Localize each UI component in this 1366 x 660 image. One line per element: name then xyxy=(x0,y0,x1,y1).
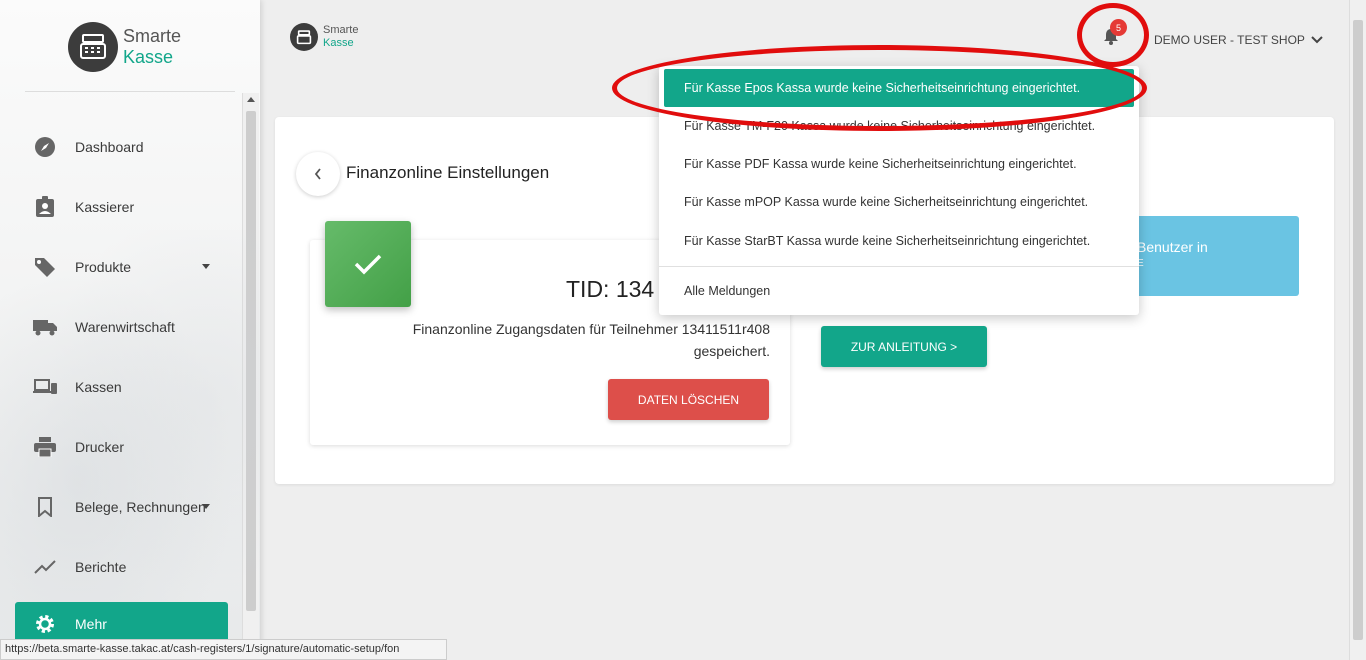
sidebar-item-warenwirtschaft[interactable]: Warenwirtschaft xyxy=(15,305,228,349)
user-menu[interactable]: DEMO USER - TEST SHOP xyxy=(1154,33,1323,47)
notification-item[interactable]: Für Kasse TM-F20 Kassa wurde keine Siche… xyxy=(664,107,1134,145)
notification-item[interactable]: Für Kasse Epos Kassa wurde keine Sicherh… xyxy=(664,69,1134,107)
notifications-dropdown: Für Kasse Epos Kassa wurde keine Sicherh… xyxy=(659,66,1139,315)
chevron-down-icon xyxy=(1311,33,1323,47)
sidebar-item-label: Kassen xyxy=(75,379,122,395)
header-logo[interactable]: Smarte Kasse xyxy=(290,23,358,51)
notification-item[interactable]: Für Kasse StarBT Kassa wurde keine Siche… xyxy=(664,222,1134,260)
notification-item[interactable]: Für Kasse mPOP Kassa wurde keine Sicherh… xyxy=(664,183,1134,221)
check-icon xyxy=(325,221,411,307)
tid-heading: TID: 134 xyxy=(566,276,655,302)
sidebar-item-label: Kassierer xyxy=(75,199,135,215)
sidebar-scrollbar[interactable] xyxy=(242,93,259,640)
delete-data-button[interactable]: DATEN LÖSCHEN xyxy=(608,379,769,420)
sidebar-scroll-thumb[interactable] xyxy=(246,111,256,611)
chevron-left-icon xyxy=(314,168,321,180)
gear-icon xyxy=(15,613,75,635)
sidebar-item-kassen[interactable]: Kassen xyxy=(15,365,228,409)
brand-name-line2: Kasse xyxy=(123,47,174,67)
sidebar-item-label: Produkte xyxy=(75,259,132,275)
guide-button[interactable]: ZUR ANLEITUNG > xyxy=(821,326,987,367)
sidebar-item-label: Berichte xyxy=(75,559,127,575)
bookmark-icon xyxy=(15,497,75,517)
tag-icon xyxy=(15,256,75,278)
sidebar-item-label: Belege, Rechnungen xyxy=(75,499,206,515)
browser-status-url: https://beta.smarte-kasse.takac.at/cash-… xyxy=(0,639,447,660)
sidebar: Smarte Kasse Dashboard Kassierer Produkt… xyxy=(0,0,260,660)
sidebar-item-label: Drucker xyxy=(75,439,125,455)
sidebar-divider xyxy=(25,91,235,92)
scroll-up-arrow-icon[interactable] xyxy=(247,97,255,102)
page-scroll-thumb[interactable] xyxy=(1353,20,1363,640)
sidebar-item-dashboard[interactable]: Dashboard xyxy=(15,125,228,169)
back-button[interactable] xyxy=(296,152,340,196)
chevron-down-icon xyxy=(202,264,210,269)
badge-icon xyxy=(15,196,75,218)
devices-icon xyxy=(15,378,75,396)
sidebar-item-label: Dashboard xyxy=(75,139,144,155)
header-logo-line1: Smarte xyxy=(323,24,359,36)
sidebar-item-kassierer[interactable]: Kassierer xyxy=(15,185,228,229)
compass-icon xyxy=(15,136,75,158)
cash-register-icon xyxy=(68,22,118,72)
sidebar-item-label: Warenwirtschaft xyxy=(75,319,175,335)
sidebar-item-belege[interactable]: Belege, Rechnungen xyxy=(15,485,228,529)
page-title: Finanzonline Einstellungen xyxy=(346,163,550,182)
sidebar-item-produkte[interactable]: Produkte xyxy=(15,245,228,289)
page-scrollbar[interactable] xyxy=(1349,0,1366,660)
cash-register-icon xyxy=(290,23,318,51)
sidebar-item-drucker[interactable]: Drucker xyxy=(15,425,228,469)
sidebar-item-label: Mehr xyxy=(75,616,107,632)
brand-name-line1: Smarte xyxy=(123,26,182,46)
chevron-down-icon xyxy=(202,504,210,509)
notification-item[interactable]: Für Kasse PDF Kassa wurde keine Sicherhe… xyxy=(664,145,1134,183)
header-logo-line2: Kasse xyxy=(323,37,354,49)
sidebar-item-berichte[interactable]: Berichte xyxy=(15,545,228,589)
printer-icon xyxy=(15,437,75,457)
brand[interactable]: Smarte Kasse xyxy=(68,22,181,72)
info-box-text: Benutzer in xyxy=(1137,239,1208,255)
credentials-saved-text: Finanzonline Zugangsdaten für Teilnehmer… xyxy=(412,321,770,359)
user-name: DEMO USER - TEST SHOP xyxy=(1154,33,1305,47)
trend-icon xyxy=(15,560,75,574)
dropdown-divider xyxy=(659,266,1139,267)
truck-icon xyxy=(15,318,75,336)
notification-count-badge: 5 xyxy=(1110,19,1127,36)
all-notifications-link[interactable]: Alle Meldungen xyxy=(664,272,1134,310)
